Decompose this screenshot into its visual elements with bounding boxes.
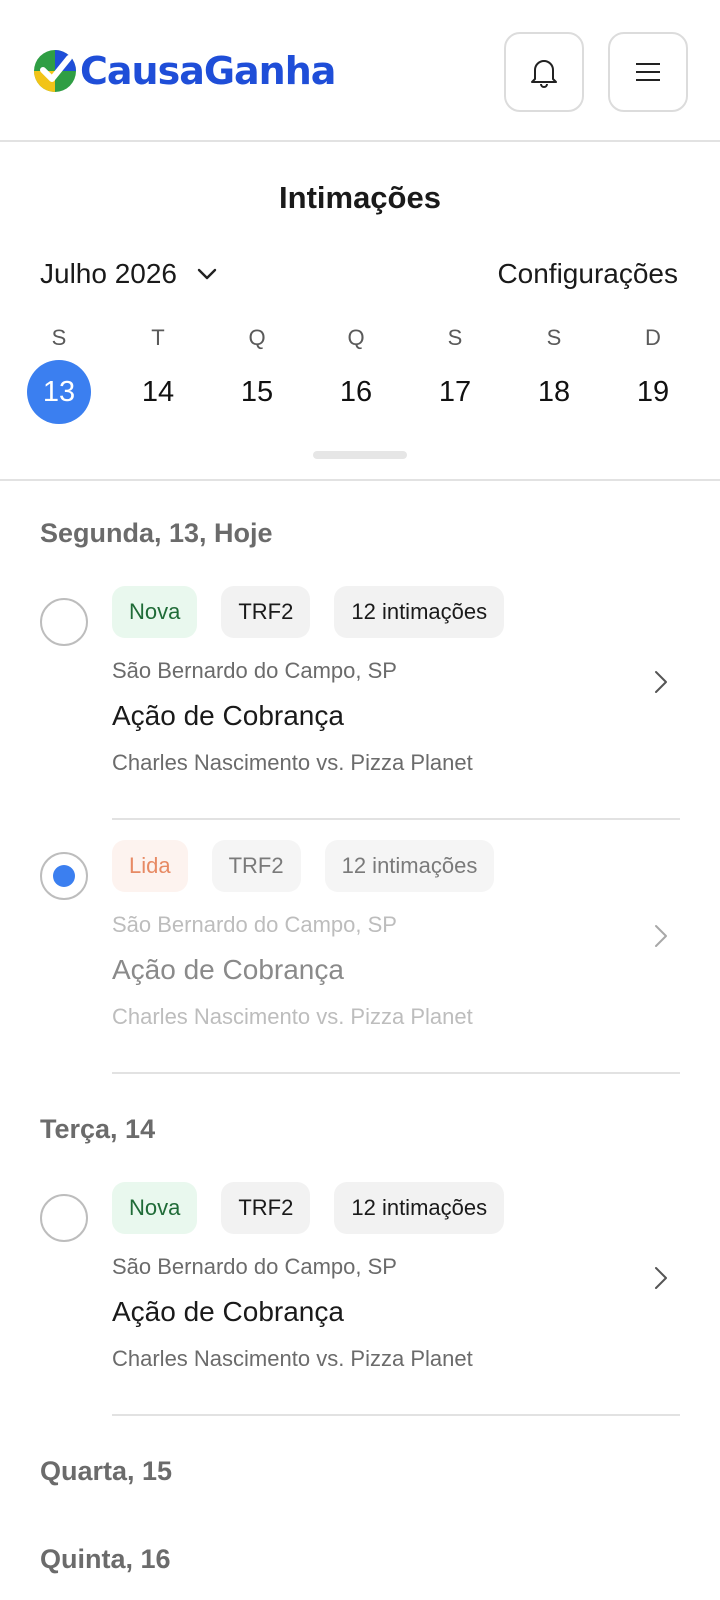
status-badge: Nova [112,586,198,638]
weekday-label: Q [347,325,365,350]
intimation-card[interactable]: Nova TRF2 12 intimações São Bernardo do … [0,586,720,842]
day-16[interactable]: Q 16 [324,322,388,424]
day-19[interactable]: D 19 [621,322,685,424]
day-number: 14 [141,376,175,408]
badge-row: Nova TRF2 12 intimações [112,586,528,638]
day-number: 17 [438,376,472,408]
month-selector[interactable]: Julho 2026 [40,258,217,290]
chevron-right-icon [655,925,667,947]
brand-logo[interactable]: CausaGanha [32,48,336,94]
chevron-down-icon [197,268,217,280]
section-heading: Terça, 14 [40,1114,156,1144]
chevron-right-icon [655,1267,667,1289]
bell-icon [531,60,557,88]
menu-button[interactable] [608,32,688,112]
section-heading: Segunda, 13, Hoje [40,518,273,548]
count-badge: 12 intimações [334,1182,505,1234]
divider [0,479,720,481]
month-label: Julho 2026 [40,258,178,289]
weekday-label: D [645,325,661,350]
day-number: 15 [240,376,274,408]
weekday-label: S [51,325,67,350]
hamburger-menu-icon [636,63,660,81]
day-13[interactable]: S 13 [27,322,91,424]
divider [112,1072,680,1074]
case-parties: Charles Nascimento vs. Pizza Planet [112,1346,473,1371]
court-badge: TRF2 [211,840,301,892]
section-heading: Quarta, 15 [40,1456,173,1486]
radio-dot [53,865,75,887]
weekday-label: Q [248,325,266,350]
day-number: 19 [636,376,670,408]
day-number: 18 [537,376,571,408]
intimation-card-read[interactable]: Lida TRF2 12 intimações São Bernardo do … [0,840,720,1096]
checkmark-logo-icon [34,50,76,92]
badge-row: Nova TRF2 12 intimações [112,1182,528,1234]
weekday-label: S [447,325,463,350]
settings-link[interactable]: Configurações [497,258,678,290]
divider [112,1414,680,1416]
court-badge: TRF2 [221,586,311,638]
weekday-label: T [151,325,165,350]
case-location: São Bernardo do Campo, SP [112,912,397,937]
weekday-label: S [546,325,562,350]
case-parties: Charles Nascimento vs. Pizza Planet [112,1004,473,1029]
day-18[interactable]: S 18 [522,322,586,424]
status-badge: Nova [112,1182,198,1234]
divider [112,818,680,820]
case-location: São Bernardo do Campo, SP [112,1254,397,1279]
case-title: Ação de Cobrança [112,1296,344,1327]
day-15[interactable]: Q 15 [225,322,289,424]
court-badge: TRF2 [221,1182,311,1234]
page-title: Intimações [279,180,441,215]
case-title: Ação de Cobrança [112,954,344,985]
day-number-selected: 13 [27,360,91,424]
day-14[interactable]: T 14 [126,322,190,424]
section-heading: Quinta, 16 [40,1544,171,1574]
count-badge: 12 intimações [324,840,495,892]
calendar-drag-handle[interactable] [313,451,407,459]
select-radio-checked[interactable] [40,852,88,900]
notifications-button[interactable] [504,32,584,112]
count-badge: 12 intimações [334,586,505,638]
brand-name: CausaGanha [80,49,336,93]
intimation-card[interactable]: Nova TRF2 12 intimações São Bernardo do … [0,1182,720,1438]
select-radio[interactable] [40,598,88,646]
app-header: CausaGanha [0,0,720,142]
select-radio[interactable] [40,1194,88,1242]
day-number: 16 [339,376,373,408]
case-title: Ação de Cobrança [112,700,344,731]
chevron-right-icon [655,671,667,693]
case-parties: Charles Nascimento vs. Pizza Planet [112,750,473,775]
status-badge: Lida [112,840,188,892]
badge-row: Lida TRF2 12 intimações [112,840,518,892]
day-17[interactable]: S 17 [423,322,487,424]
case-location: São Bernardo do Campo, SP [112,658,397,683]
